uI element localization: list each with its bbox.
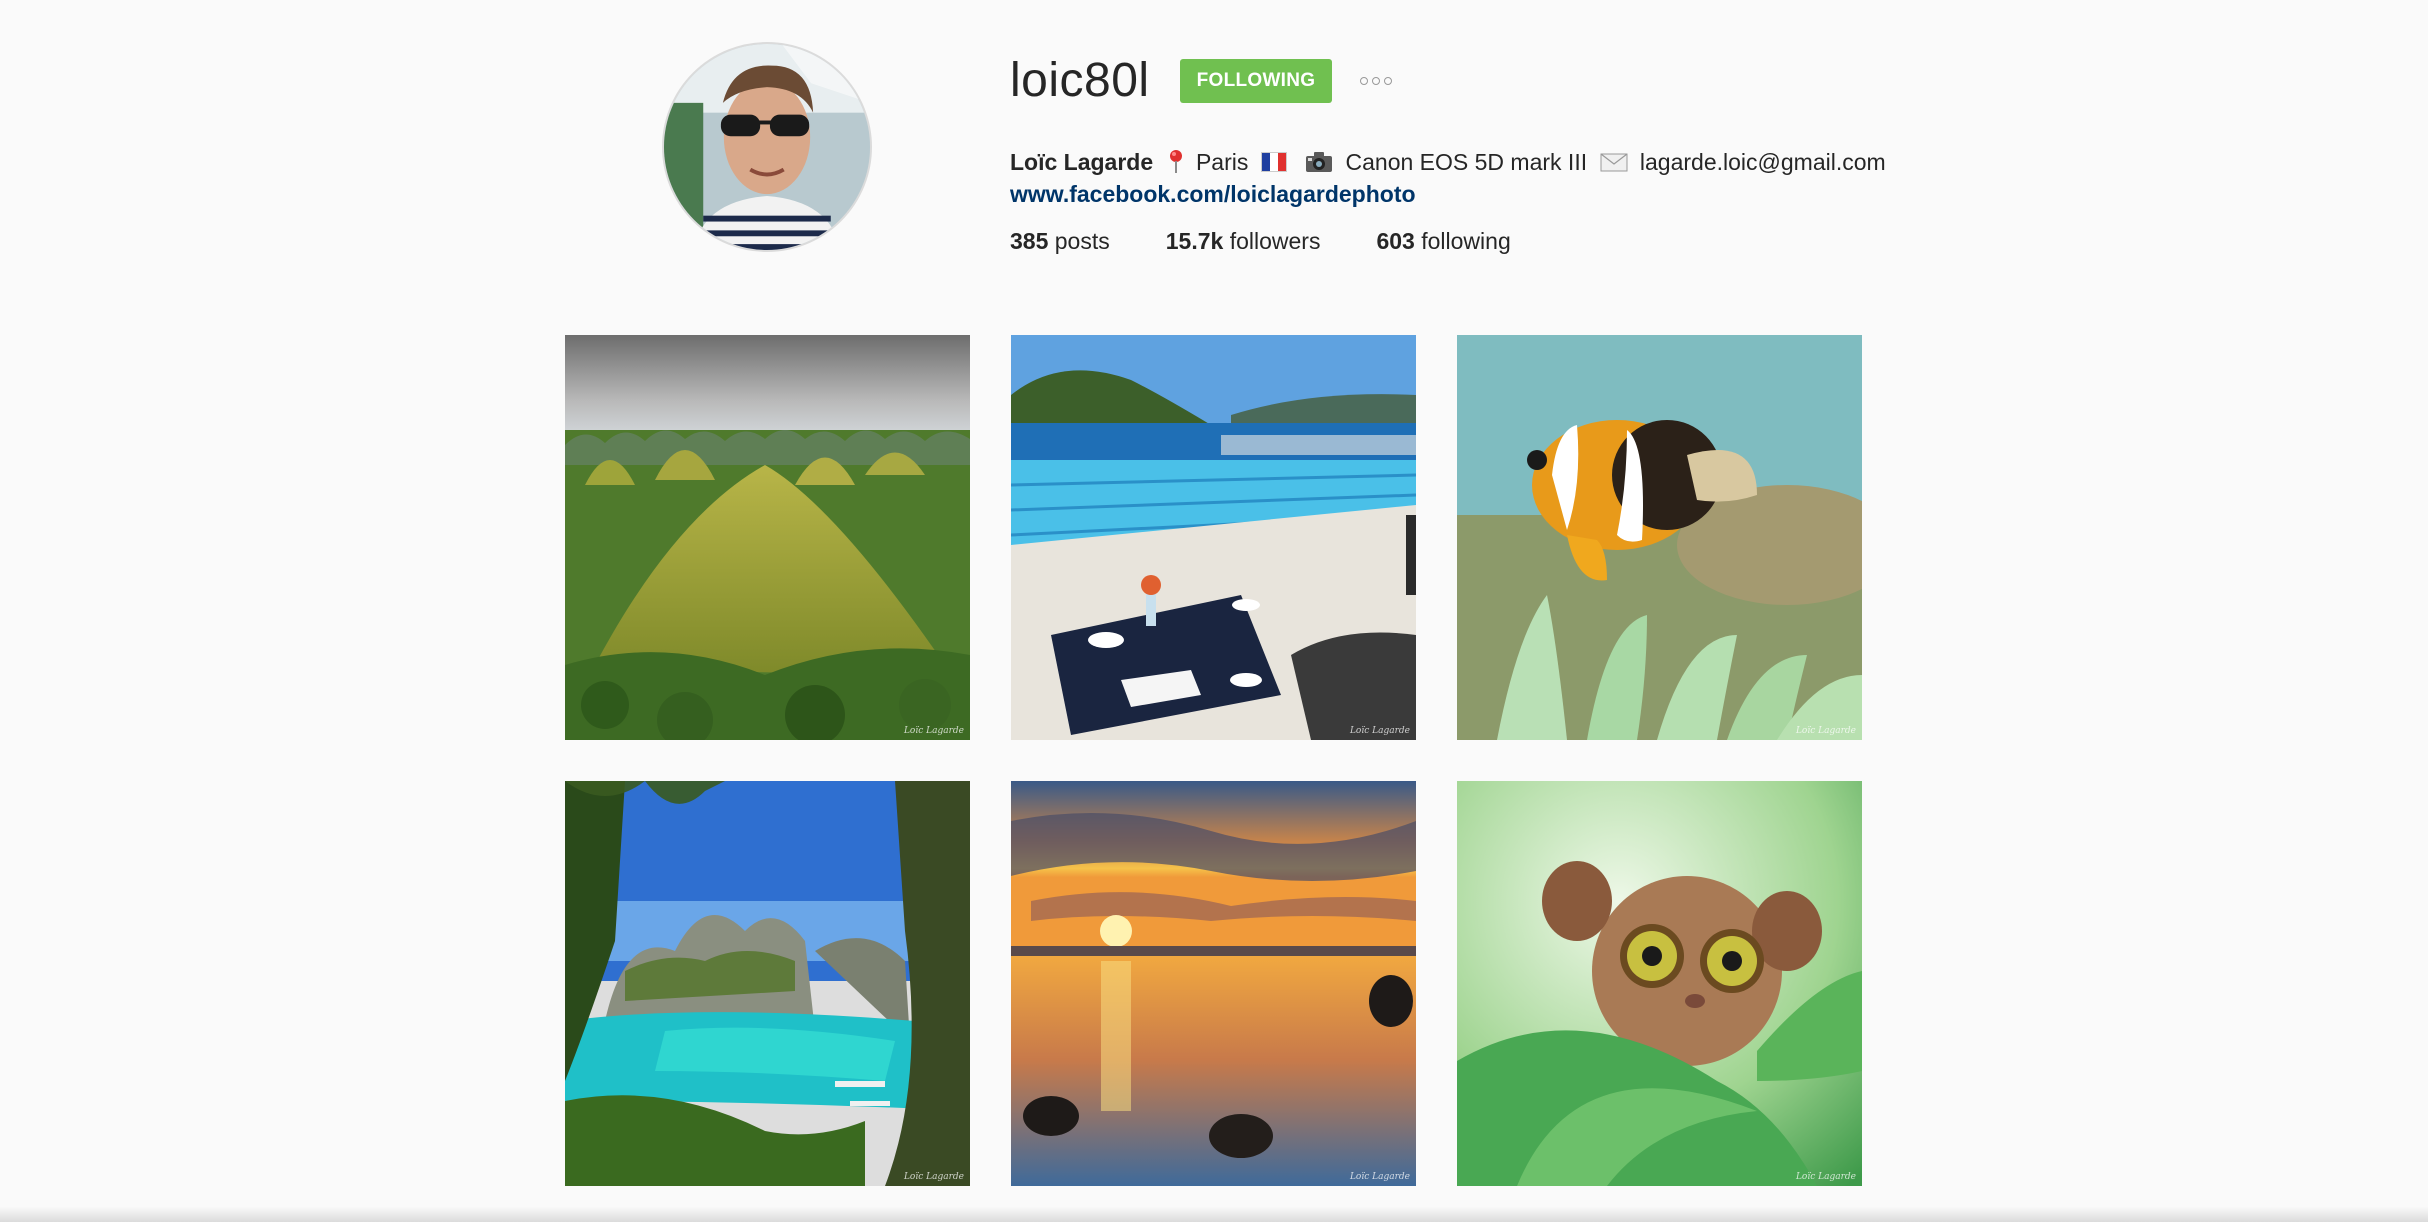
post-watermark: Loïc Lagarde [1795,726,1856,736]
avatar-photo [664,44,870,250]
title-row: loic80l FOLLOWING [1010,40,1870,122]
posts-count-stat: 385 posts [1010,228,1110,255]
post-thumbnail-infinity-pool[interactable]: Loïc Lagarde [1011,335,1416,740]
post-thumbnail-sunset[interactable]: Loïc Lagarde [1011,781,1416,1186]
followers-stat[interactable]: 15.7k followers [1166,228,1321,255]
bio-camera: Canon EOS 5D mark III [1345,149,1588,175]
chocolate-hills-image [565,335,970,740]
clownfish-image [1457,335,1862,740]
infinity-pool-image [1011,335,1416,740]
profile-page: loic80l FOLLOWING Loïc Lagarde Paris Can… [0,0,2428,1222]
post-watermark: Loïc Lagarde [903,1172,964,1182]
bottom-shadow [0,1206,2428,1222]
post-thumbnail-tarsier[interactable]: Loïc Lagarde [1457,781,1862,1186]
more-options-icon[interactable] [1354,71,1398,91]
post-thumbnail-clownfish[interactable]: Loïc Lagarde [1457,335,1862,740]
post-watermark: Loïc Lagarde [1795,1172,1856,1182]
bio: Loïc Lagarde Paris Canon EOS 5D mark III… [1010,146,1886,178]
profile-stats: 385 posts 15.7k followers 603 following [1010,228,1870,255]
posts-count: 385 [1010,228,1049,254]
following-button[interactable]: FOLLOWING [1179,59,1333,103]
post-thumbnail-chocolate-hills[interactable]: Loïc Lagarde [565,335,970,740]
tarsier-image [1457,781,1862,1186]
post-watermark: Loïc Lagarde [1349,1172,1410,1182]
bio-location: Paris [1195,149,1249,175]
france-flag-icon [1260,152,1287,172]
post-watermark: Loïc Lagarde [1349,726,1410,736]
bio-email: lagarde.loic@gmail.com [1639,149,1886,175]
followers-count: 15.7k [1165,228,1224,254]
following-count: 603 [1376,228,1415,254]
envelope-icon [1600,153,1627,172]
profile-header: loic80l FOLLOWING Loïc Lagarde Paris Can… [565,40,1886,270]
followers-label: followers [1229,228,1321,254]
lagoon-image [565,781,970,1186]
following-stat[interactable]: 603 following [1376,228,1510,255]
following-label: following [1421,228,1511,254]
avatar[interactable] [662,42,872,252]
posts-grid: Loïc Lagarde Loïc Lagarde Loïc Lagarde L… [565,335,1863,1186]
post-watermark: Loïc Lagarde [903,726,964,736]
camera-icon [1306,152,1333,172]
full-name: Loïc Lagarde [1010,149,1154,175]
posts-label: posts [1054,228,1110,254]
pin-icon [1169,150,1182,173]
username: loic80l [1010,54,1150,107]
profile-info: loic80l FOLLOWING Loïc Lagarde Paris Can… [1010,40,1886,255]
post-thumbnail-lagoon[interactable]: Loïc Lagarde [565,781,970,1186]
sunset-image [1011,781,1416,1186]
website-link[interactable]: www.facebook.com/loiclagardephoto [1010,178,1870,210]
